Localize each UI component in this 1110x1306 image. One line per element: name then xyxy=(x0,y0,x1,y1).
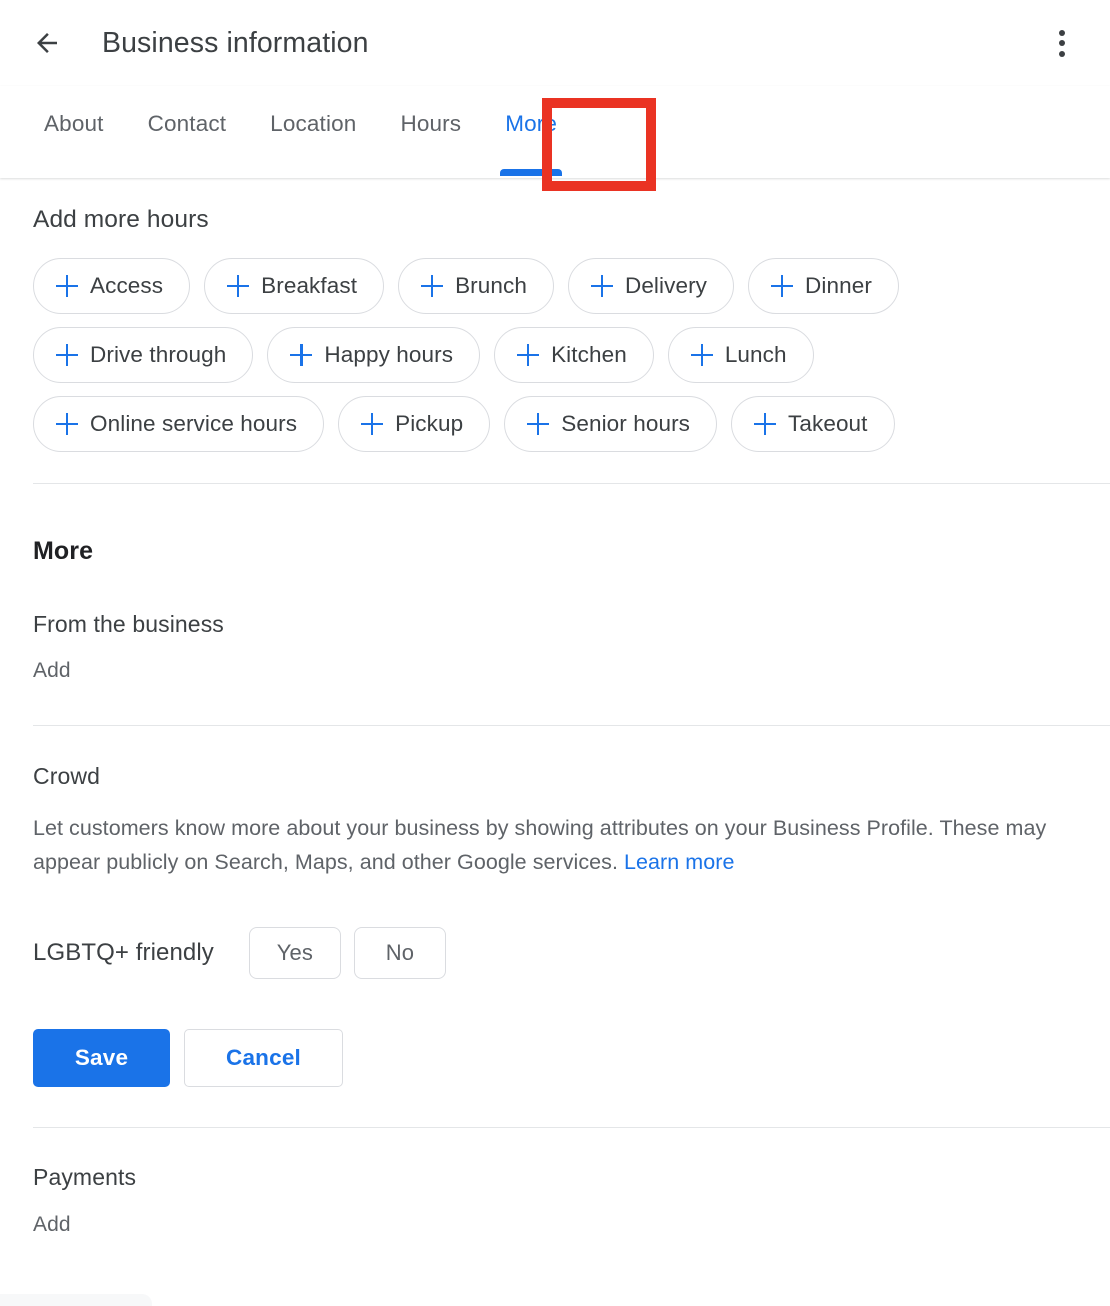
chip-kitchen[interactable]: Kitchen xyxy=(494,327,654,383)
plus-icon xyxy=(56,413,78,435)
divider-after-hours xyxy=(33,483,1110,484)
tab-more[interactable]: More xyxy=(483,86,579,176)
save-button[interactable]: Save xyxy=(33,1029,170,1087)
app-header: Business information xyxy=(0,0,1110,86)
chip-access[interactable]: Access xyxy=(33,258,191,314)
divider-after-crowd xyxy=(33,1127,1110,1128)
back-button[interactable] xyxy=(24,20,70,66)
add-more-hours-title: Add more hours xyxy=(33,206,209,233)
plus-icon xyxy=(527,413,550,435)
chip-label: Takeout xyxy=(788,411,868,436)
crowd-action-row: Save Cancel xyxy=(33,1029,1078,1087)
chip-breakfast[interactable]: Breakfast xyxy=(204,258,385,314)
chip-label: Lunch xyxy=(724,342,787,367)
cancel-button[interactable]: Cancel xyxy=(184,1029,343,1087)
plus-icon xyxy=(290,344,313,366)
chip-online-service-hours[interactable]: Online service hours xyxy=(33,396,325,452)
tab-about[interactable]: About xyxy=(22,86,126,176)
add-more-hours-section: Add more hours Access Breakfast Brunch D… xyxy=(0,206,1110,452)
page-title: Business information xyxy=(102,26,369,59)
chip-delivery[interactable]: Delivery xyxy=(567,258,735,314)
chip-label: Happy hours xyxy=(324,342,454,367)
lgbtq-friendly-row: LGBTQ+ friendly Yes No xyxy=(33,927,1078,979)
plus-icon xyxy=(361,413,384,435)
chip-label: Senior hours xyxy=(561,411,691,436)
chip-label: Drive through xyxy=(90,342,227,367)
plus-icon xyxy=(771,275,794,297)
chip-label: Access xyxy=(90,273,164,298)
chip-row-3: Online service hours Pickup Senior hours… xyxy=(33,396,1078,452)
chip-label: Breakfast xyxy=(261,273,358,298)
lgbtq-friendly-label: LGBTQ+ friendly xyxy=(33,939,214,966)
chip-pickup[interactable]: Pickup xyxy=(338,396,491,452)
from-the-business-add-link[interactable]: Add xyxy=(33,659,71,683)
chip-label: Kitchen xyxy=(551,342,627,367)
bottom-partial-element xyxy=(0,1294,152,1306)
learn-more-link[interactable]: Learn more xyxy=(624,850,734,874)
crowd-description: Let customers know more about your busin… xyxy=(33,811,1078,879)
plus-icon xyxy=(56,344,78,366)
plus-icon xyxy=(227,275,250,297)
chip-label: Dinner xyxy=(805,273,872,298)
chip-brunch[interactable]: Brunch xyxy=(398,258,554,314)
more-heading: More xyxy=(33,537,94,565)
plus-icon xyxy=(754,413,777,435)
tab-contact[interactable]: Contact xyxy=(126,86,249,176)
plus-icon xyxy=(517,344,540,366)
dot-3 xyxy=(1059,50,1065,57)
chip-row-2: Drive through Happy hours Kitchen Lunch xyxy=(33,327,1078,383)
chip-drive-through[interactable]: Drive through xyxy=(33,327,254,383)
more-vert-icon[interactable] xyxy=(1040,21,1084,65)
dot-1 xyxy=(1059,29,1065,36)
chip-happy-hours[interactable]: Happy hours xyxy=(267,327,481,383)
plus-icon xyxy=(421,275,444,297)
from-the-business-label: From the business xyxy=(33,611,224,637)
payments-section: Payments Add xyxy=(0,1164,1110,1237)
crowd-label: Crowd xyxy=(33,763,100,789)
plus-icon xyxy=(590,275,613,297)
chip-takeout[interactable]: Takeout xyxy=(731,396,895,452)
back-arrow-icon xyxy=(32,28,62,58)
crowd-section: Crowd Let customers know more about your… xyxy=(0,763,1110,1087)
chip-label: Pickup xyxy=(395,411,464,436)
chip-row-1: Access Breakfast Brunch Delivery Dinner xyxy=(33,258,1078,314)
tab-location[interactable]: Location xyxy=(248,86,378,176)
chip-lunch[interactable]: Lunch xyxy=(667,327,814,383)
plus-icon xyxy=(56,275,78,297)
more-section: More From the business Add xyxy=(0,537,1110,683)
dot-2 xyxy=(1059,40,1065,46)
lgbtq-no-button[interactable]: No xyxy=(353,927,446,979)
payments-add-link[interactable]: Add xyxy=(33,1213,71,1237)
chip-label: Delivery xyxy=(624,273,708,298)
payments-label: Payments xyxy=(33,1164,137,1190)
page-content: Add more hours Access Breakfast Brunch D… xyxy=(0,206,1110,1237)
tab-hours[interactable]: Hours xyxy=(378,86,483,176)
chip-label: Online service hours xyxy=(90,411,298,436)
crowd-description-text: Let customers know more about your busin… xyxy=(33,816,1047,874)
tab-bar: About Contact Location Hours More xyxy=(0,86,1110,178)
plus-icon xyxy=(690,344,713,366)
hour-type-chip-list: Access Breakfast Brunch Delivery Dinner … xyxy=(33,258,1078,452)
business-information-screen: Business information About Contact Locat… xyxy=(0,0,1110,1306)
divider-after-from-business xyxy=(33,725,1110,726)
chip-label: Brunch xyxy=(455,273,527,298)
chip-senior-hours[interactable]: Senior hours xyxy=(504,396,718,452)
lgbtq-yes-button[interactable]: Yes xyxy=(248,927,341,979)
chip-dinner[interactable]: Dinner xyxy=(748,258,899,314)
